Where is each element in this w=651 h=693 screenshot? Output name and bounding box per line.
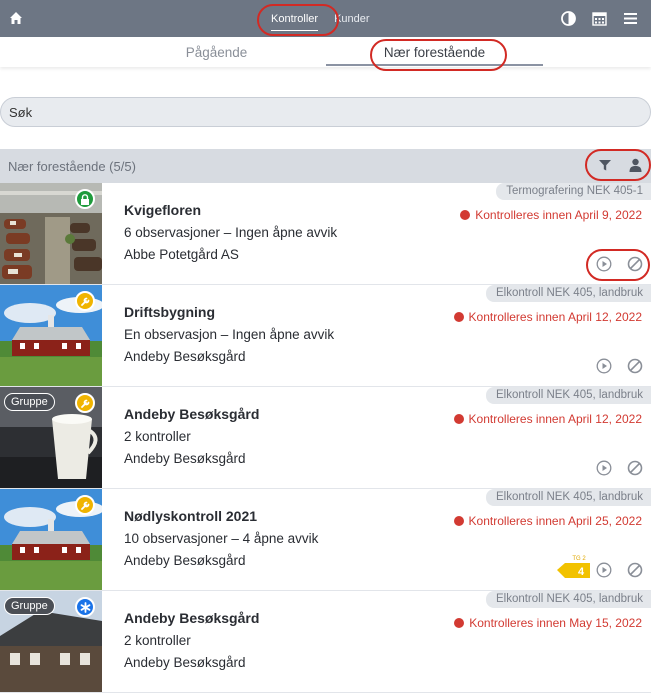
top-bar: Kontroller Kunder xyxy=(0,0,651,37)
status-badge xyxy=(75,597,95,617)
due-status: Kontrolleres innen April 9, 2022 xyxy=(460,208,642,222)
cancel-icon[interactable] xyxy=(627,358,643,374)
cancel-icon[interactable] xyxy=(627,460,643,476)
tg-count-tag: TG 2 4 xyxy=(557,556,590,578)
item-name: Andeby Besøksgård xyxy=(124,610,260,626)
filter-icon[interactable] xyxy=(598,158,612,172)
status-badge xyxy=(75,495,95,515)
menu-icon[interactable] xyxy=(622,10,639,27)
control-type-tag: Termografering NEK 405-1 xyxy=(496,183,651,200)
due-dot-icon xyxy=(453,516,464,526)
control-type-tag: Elkontroll NEK 405, landbruk xyxy=(485,387,651,404)
segment-naer-forestaende[interactable]: Nær forestående xyxy=(326,37,543,67)
search-input[interactable]: Søk xyxy=(0,97,651,127)
segment-tabs: Pågående Nær forestående xyxy=(0,37,651,67)
section-header: Nær forestående (5/5) xyxy=(0,149,651,183)
due-dot-icon xyxy=(453,312,464,322)
due-text: Kontrolleres innen May 15, 2022 xyxy=(469,616,642,630)
asterisk-icon xyxy=(80,601,90,613)
segment-pagaende[interactable]: Pågående xyxy=(108,37,325,67)
due-dot-icon xyxy=(460,210,471,220)
item-name: Driftsbygning xyxy=(124,304,215,320)
due-text: Kontrolleres innen April 9, 2022 xyxy=(475,208,642,222)
control-list: Kvigefloren 6 observasjoner – Ingen åpne… xyxy=(0,183,651,693)
list-item[interactable]: Nødlyskontroll 2021 10 observasjoner – 4… xyxy=(0,489,651,591)
cancel-icon[interactable] xyxy=(627,256,643,272)
list-item[interactable]: Kvigefloren 6 observasjoner – Ingen åpne… xyxy=(0,183,651,285)
control-type-tag: Elkontroll NEK 405, landbruk xyxy=(485,591,651,608)
item-customer: Abbe Potetgård AS xyxy=(124,247,239,262)
wrench-icon xyxy=(80,297,89,306)
due-dot-icon xyxy=(454,618,465,628)
status-badge xyxy=(75,189,95,209)
item-observations: 10 observasjoner – 4 åpne avvik xyxy=(124,531,319,546)
due-status: Kontrolleres innen April 12, 2022 xyxy=(453,310,642,324)
main-nav: Kontroller Kunder xyxy=(263,0,378,37)
list-item[interactable]: Gruppe Andeby Besøksgård 2 kontroller An… xyxy=(0,387,651,489)
calendar-icon[interactable] xyxy=(591,10,608,27)
item-name: Andeby Besøksgård xyxy=(124,406,260,422)
play-icon[interactable] xyxy=(596,460,612,476)
topbar-actions xyxy=(560,10,639,27)
play-icon[interactable] xyxy=(596,562,612,578)
item-observations: 6 observasjoner – Ingen åpne avvik xyxy=(124,225,338,240)
home-icon[interactable] xyxy=(9,11,23,25)
lock-icon xyxy=(81,193,89,205)
control-type-tag: Elkontroll NEK 405, landbruk xyxy=(485,489,651,506)
tab-kontroller[interactable]: Kontroller xyxy=(263,13,326,31)
group-label: Gruppe xyxy=(4,597,55,615)
control-type-tag: Elkontroll NEK 405, landbruk xyxy=(485,285,651,302)
due-status: Kontrolleres innen May 15, 2022 xyxy=(454,616,642,630)
section-title: Nær forestående (5/5) xyxy=(8,159,136,174)
list-item[interactable]: Gruppe Andeby Besøksgård 2 kontroller An… xyxy=(0,591,651,693)
person-icon[interactable] xyxy=(629,158,642,172)
item-name: Kvigefloren xyxy=(124,202,202,218)
item-customer: Andeby Besøksgård xyxy=(124,451,246,466)
item-observations: 2 kontroller xyxy=(124,429,191,444)
item-name: Nødlyskontroll 2021 xyxy=(124,508,258,524)
item-observations: 2 kontroller xyxy=(124,633,191,648)
play-icon[interactable] xyxy=(596,256,612,272)
status-badge xyxy=(75,291,95,311)
item-customer: Andeby Besøksgård xyxy=(124,349,246,364)
wrench-icon xyxy=(80,501,89,510)
contrast-icon[interactable] xyxy=(560,10,577,27)
due-text: Kontrolleres innen April 12, 2022 xyxy=(468,310,642,324)
tg-count: 4 xyxy=(578,566,585,578)
list-item[interactable]: Driftsbygning En observasjon – Ingen åpn… xyxy=(0,285,651,387)
item-customer: Andeby Besøksgård xyxy=(124,553,246,568)
due-dot-icon xyxy=(453,414,464,424)
due-text: Kontrolleres innen April 25, 2022 xyxy=(468,514,642,528)
cancel-icon[interactable] xyxy=(627,562,643,578)
due-status: Kontrolleres innen April 12, 2022 xyxy=(453,412,642,426)
tg-label: TG 2 xyxy=(572,556,586,562)
play-icon[interactable] xyxy=(596,358,612,374)
wrench-icon xyxy=(80,399,89,408)
status-badge xyxy=(75,393,95,413)
due-status: Kontrolleres innen April 25, 2022 xyxy=(453,514,642,528)
due-text: Kontrolleres innen April 12, 2022 xyxy=(468,412,642,426)
item-observations: En observasjon – Ingen åpne avvik xyxy=(124,327,335,342)
group-label: Gruppe xyxy=(4,393,55,411)
tab-kunder[interactable]: Kunder xyxy=(326,13,377,25)
